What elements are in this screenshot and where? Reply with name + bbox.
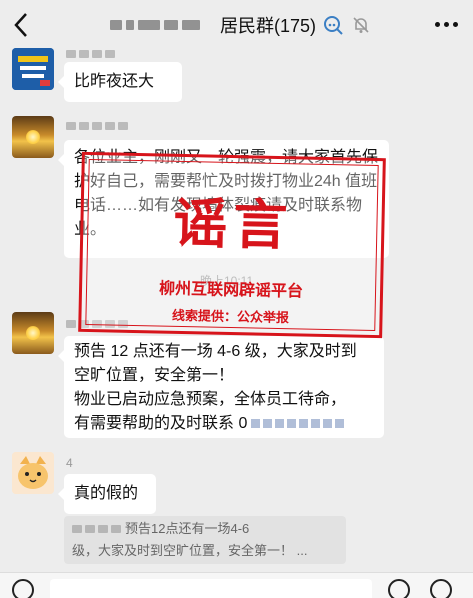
message-line: 有需要帮助的及时联系 0	[74, 415, 248, 432]
more-icon	[434, 21, 440, 27]
sender-name-redacted	[66, 50, 115, 60]
logo-avatar-icon	[12, 48, 54, 90]
message-line: 物业已启动应急预案，全体员工待命，	[74, 391, 347, 408]
voice-icon[interactable]	[12, 579, 34, 598]
rumor-stamp: 谣言 柳州互联网辟谣平台 线索提供：公众举报	[78, 151, 386, 339]
quote-sender-redacted	[72, 525, 121, 535]
plus-icon[interactable]	[430, 579, 452, 598]
search-icon[interactable]	[322, 14, 344, 36]
message-line-phone: 有需要帮助的及时联系 0	[74, 412, 374, 436]
quote-line: 预告12点还有一场4-6	[72, 518, 338, 540]
more-button[interactable]	[433, 14, 459, 34]
message-bubble[interactable]: 预告 12 点还有一场 4-6 级，大家及时到 空旷位置，安全第一！ 物业已启动…	[58, 336, 384, 438]
input-bar	[0, 572, 473, 598]
quote-text-1: 预告12点还有一场4-6	[125, 521, 250, 536]
message-line: 预告 12 点还有一场 4-6 级，大家及时到	[74, 343, 357, 360]
back-button[interactable]	[12, 10, 38, 40]
cat-avatar-icon	[12, 452, 54, 494]
message-input[interactable]	[50, 579, 372, 598]
sender-name: 4	[66, 456, 73, 470]
avatar[interactable]	[12, 48, 54, 90]
message-bubble[interactable]: 真的假的	[58, 474, 156, 514]
quoted-message[interactable]: 预告12点还有一场4-6 级，大家及时到空旷位置，安全第一！ ...	[64, 516, 346, 564]
stamp-title: 谣言	[172, 191, 295, 258]
message-text: 真的假的	[74, 485, 139, 502]
sender-name-redacted	[66, 122, 128, 132]
message-text: 比昨夜还大	[74, 73, 155, 90]
quote-text-2: 级，大家及时到空旷位置，安全第一！ ...	[72, 543, 308, 558]
chevron-left-icon	[14, 13, 27, 37]
title-redacted	[110, 18, 214, 32]
chat-title: 居民群(175)	[110, 12, 372, 38]
top-bar: 居民群(175)	[0, 0, 473, 50]
avatar[interactable]	[12, 452, 54, 494]
phone-redacted	[251, 419, 345, 429]
emoji-icon[interactable]	[388, 579, 410, 598]
avatar[interactable]	[12, 312, 54, 354]
chat-title-text: 居民群(175)	[220, 16, 317, 36]
avatar[interactable]	[12, 116, 54, 158]
message-line: 空旷位置，安全第一！	[74, 367, 235, 384]
bell-off-icon[interactable]	[350, 14, 372, 36]
message-bubble[interactable]: 比昨夜还大	[58, 62, 182, 102]
